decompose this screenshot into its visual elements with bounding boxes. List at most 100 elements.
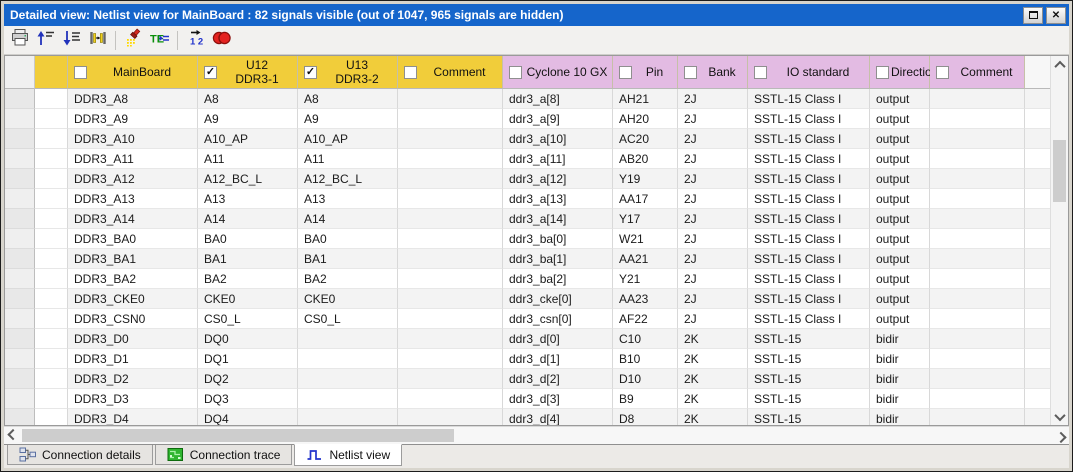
row-select-cell[interactable] [35, 269, 68, 289]
column-header-io-standard[interactable]: IO standard [748, 56, 870, 89]
column-checkbox-u12[interactable]: ✓ [204, 66, 217, 79]
table-row-DDR3_A13[interactable]: DDR3_A13A13A13ddr3_a[13]AA172JSSTL-15 Cl… [5, 189, 1051, 209]
tab-netlist-view[interactable]: Netlist view [294, 444, 402, 466]
row-select-cell[interactable] [35, 329, 68, 349]
row-select-cell[interactable] [35, 89, 68, 109]
column-header-pin[interactable]: Pin [613, 56, 678, 89]
horizontal-scrollbar[interactable] [4, 426, 1069, 444]
row-select-cell[interactable] [35, 109, 68, 129]
row-header[interactable] [5, 129, 35, 149]
move-last-button[interactable] [59, 28, 84, 52]
column-header-u12[interactable]: ✓U12 DDR3-1 [198, 56, 298, 89]
table-row-DDR3_A12[interactable]: DDR3_A12A12_BC_LA12_BC_Lddr3_a[12]Y192JS… [5, 169, 1051, 189]
order-12-icon: 1 2 [186, 28, 206, 52]
column-header-select[interactable] [35, 56, 68, 89]
row-select-cell[interactable] [35, 409, 68, 425]
fit-columns-button[interactable] [85, 28, 110, 52]
row-select-cell[interactable] [35, 309, 68, 329]
table-row-DDR3_BA0[interactable]: DDR3_BA0BA0BA0ddr3_ba[0]W212JSSTL-15 Cla… [5, 229, 1051, 249]
row-select-cell[interactable] [35, 349, 68, 369]
table-row-DDR3_CKE0[interactable]: DDR3_CKE0CKE0CKE0ddr3_cke[0]AA232JSSTL-1… [5, 289, 1051, 309]
horizontal-scroll-thumb[interactable] [22, 429, 454, 442]
column-checkbox-comment-board[interactable] [404, 66, 417, 79]
table-row-DDR3_BA2[interactable]: DDR3_BA2BA2BA2ddr3_ba[2]Y212JSSTL-15 Cla… [5, 269, 1051, 289]
print-button[interactable] [7, 28, 32, 52]
row-header[interactable] [5, 349, 35, 369]
row-select-cell[interactable] [35, 129, 68, 149]
maximize-button[interactable] [1023, 7, 1043, 24]
table-row-DDR3_D0[interactable]: DDR3_D0DQ0ddr3_d[0]C102KSSTL-15bidir [5, 329, 1051, 349]
row-header[interactable] [5, 109, 35, 129]
row-select-cell[interactable] [35, 369, 68, 389]
row-select-cell[interactable] [35, 389, 68, 409]
row-header[interactable] [5, 89, 35, 109]
red-rings-icon [211, 29, 233, 52]
column-checkbox-bank[interactable] [684, 66, 697, 79]
row-header[interactable] [5, 289, 35, 309]
row-select-cell[interactable] [35, 209, 68, 229]
tab-connection-details[interactable]: Connection details [7, 445, 153, 465]
column-checkbox-comment-fpga[interactable] [936, 66, 949, 79]
table-row-DDR3_D4[interactable]: DDR3_D4DQ4ddr3_d[4]D82KSSTL-15bidir [5, 409, 1051, 425]
column-checkbox-pin[interactable] [619, 66, 632, 79]
column-header-bank[interactable]: Bank [678, 56, 748, 89]
table-row-DDR3_A14[interactable]: DDR3_A14A14A14ddr3_a[14]Y172JSSTL-15 Cla… [5, 209, 1051, 229]
table-row-DDR3_A9[interactable]: DDR3_A9A9A9ddr3_a[9]AH202JSSTL-15 Class … [5, 109, 1051, 129]
column-header-u13[interactable]: ✓U13 DDR3-2 [298, 56, 398, 89]
row-header[interactable] [5, 269, 35, 289]
move-first-button[interactable] [33, 28, 58, 52]
scroll-right-button[interactable] [1052, 427, 1069, 444]
vertical-scrollbar[interactable] [1050, 56, 1068, 425]
column-header-mainboard[interactable]: MainBoard [68, 56, 198, 89]
table-row-DDR3_A10[interactable]: DDR3_A10A10_APA10_APddr3_a[10]AC202JSSTL… [5, 129, 1051, 149]
row-select-cell[interactable] [35, 189, 68, 209]
row-header[interactable] [5, 229, 35, 249]
column-header-comment-fpga[interactable]: Comment [930, 56, 1025, 89]
table-row-DDR3_CSN0[interactable]: DDR3_CSN0CS0_LCS0_Lddr3_csn[0]AF222JSSTL… [5, 309, 1051, 329]
row-header[interactable] [5, 189, 35, 209]
table-row-DDR3_BA1[interactable]: DDR3_BA1BA1BA1ddr3_ba[1]AA212JSSTL-15 Cl… [5, 249, 1051, 269]
scroll-down-button[interactable] [1051, 408, 1068, 425]
column-checkbox-io-standard[interactable] [754, 66, 767, 79]
table-row-DDR3_D2[interactable]: DDR3_D2DQ2ddr3_d[2]D102KSSTL-15bidir [5, 369, 1051, 389]
column-checkbox-mainboard[interactable] [74, 66, 87, 79]
highlight-button[interactable] [121, 28, 146, 52]
table-row-DDR3_D3[interactable]: DDR3_D3DQ3ddr3_d[3]B92KSSTL-15bidir [5, 389, 1051, 409]
order-button[interactable]: 1 2 [183, 28, 208, 52]
compare-button[interactable]: TE [147, 28, 172, 52]
row-select-cell[interactable] [35, 149, 68, 169]
table-row-DDR3_A11[interactable]: DDR3_A11A11A11ddr3_a[11]AB202JSSTL-15 Cl… [5, 149, 1051, 169]
row-select-cell[interactable] [35, 169, 68, 189]
row-filler [1025, 349, 1051, 369]
cell-u13: BA0 [298, 229, 398, 249]
column-checkbox-u13[interactable]: ✓ [304, 66, 317, 79]
scroll-up-button[interactable] [1051, 56, 1068, 73]
scroll-left-button[interactable] [4, 427, 21, 444]
table-row-DDR3_D1[interactable]: DDR3_D1DQ1ddr3_d[1]B102KSSTL-15bidir [5, 349, 1051, 369]
row-header[interactable] [5, 409, 35, 425]
row-header[interactable] [5, 389, 35, 409]
cell-comment-board [398, 89, 503, 109]
row-header[interactable] [5, 369, 35, 389]
column-header-direction[interactable]: Direction [870, 56, 930, 89]
vertical-scroll-thumb[interactable] [1053, 140, 1066, 202]
column-header-row-header[interactable] [5, 56, 35, 89]
table-row-DDR3_A8[interactable]: DDR3_A8A8A8ddr3_a[8]AH212JSSTL-15 Class … [5, 89, 1051, 109]
tab-connection-trace[interactable]: Connection trace [155, 445, 293, 465]
cell-u13 [298, 369, 398, 389]
row-header[interactable] [5, 169, 35, 189]
row-select-cell[interactable] [35, 229, 68, 249]
row-header[interactable] [5, 209, 35, 229]
rings-button[interactable] [209, 28, 234, 52]
column-header-cyclone-10-gx[interactable]: Cyclone 10 GX [503, 56, 613, 89]
close-button[interactable]: ✕ [1046, 7, 1066, 24]
row-header[interactable] [5, 249, 35, 269]
row-header[interactable] [5, 149, 35, 169]
column-checkbox-direction[interactable] [876, 66, 889, 79]
row-header[interactable] [5, 309, 35, 329]
column-checkbox-cyclone-10-gx[interactable] [509, 66, 522, 79]
row-header[interactable] [5, 329, 35, 349]
row-select-cell[interactable] [35, 249, 68, 269]
row-select-cell[interactable] [35, 289, 68, 309]
column-header-comment-board[interactable]: Comment [398, 56, 503, 89]
